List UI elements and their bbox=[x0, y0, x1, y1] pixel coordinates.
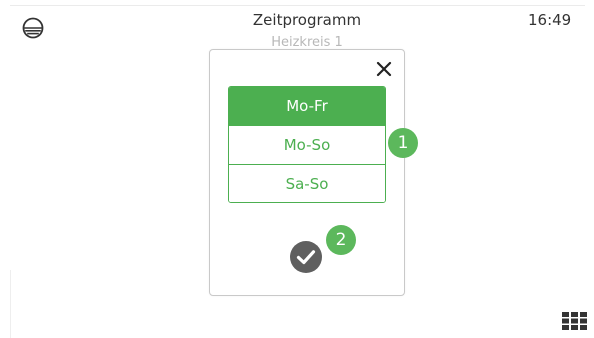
top-divider bbox=[10, 5, 585, 6]
callout-badge-2: 2 bbox=[326, 225, 356, 255]
option-sa-so[interactable]: Sa-So bbox=[229, 164, 385, 202]
screen: Zeitprogramm Heizkreis 1 16:49 Mo-Fr Mo-… bbox=[0, 0, 594, 338]
checkmark-circle-icon[interactable] bbox=[289, 240, 323, 274]
day-range-options: Mo-Fr Mo-So Sa-So bbox=[228, 86, 386, 203]
option-mo-fr[interactable]: Mo-Fr bbox=[229, 87, 385, 125]
left-edge-line bbox=[10, 270, 11, 338]
clock: 16:49 bbox=[528, 11, 572, 29]
lamp-shade-icon[interactable] bbox=[22, 17, 44, 39]
option-mo-so[interactable]: Mo-So bbox=[229, 125, 385, 164]
page-title: Zeitprogramm bbox=[252, 11, 362, 29]
callout-badge-1: 1 bbox=[388, 128, 418, 158]
close-icon[interactable] bbox=[373, 58, 395, 80]
grid-menu-icon[interactable] bbox=[562, 312, 588, 330]
